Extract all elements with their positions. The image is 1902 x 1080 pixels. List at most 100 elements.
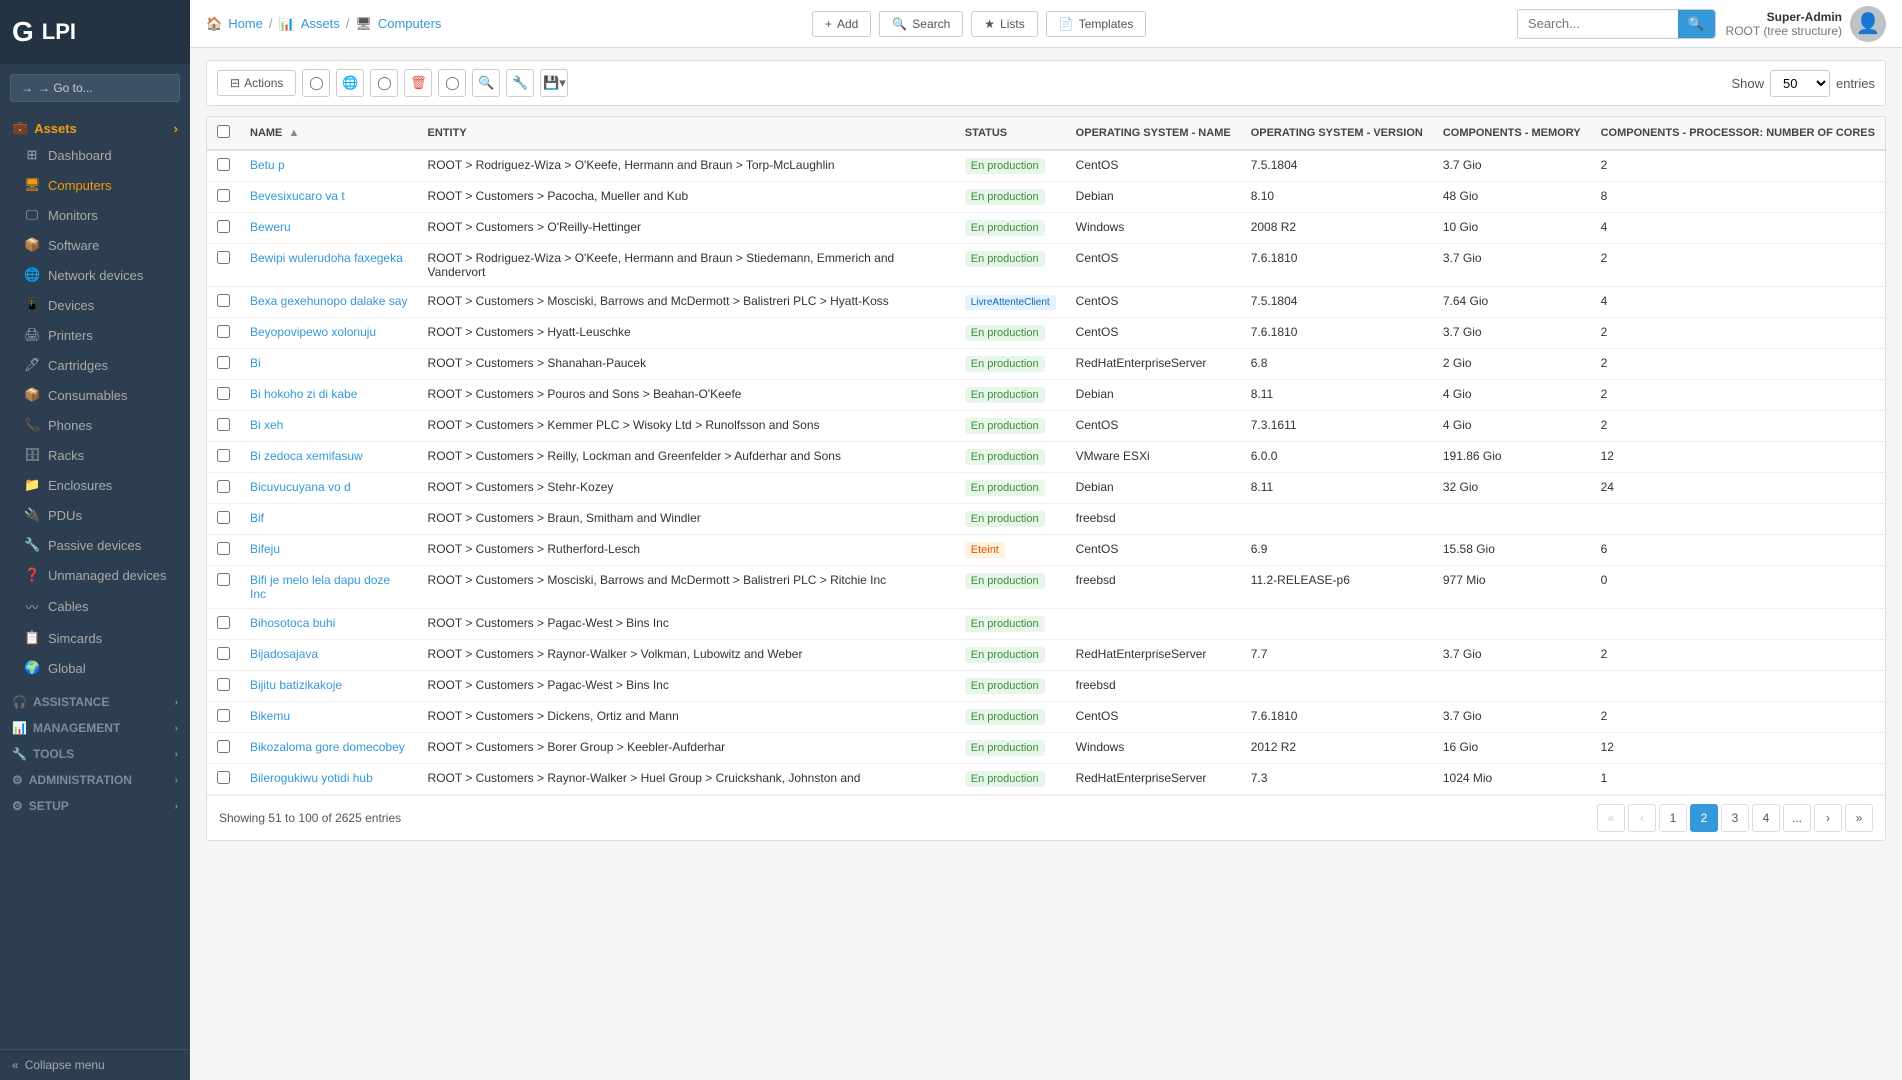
page-2-button[interactable]: 2 (1690, 804, 1718, 832)
row-checkbox[interactable] (217, 480, 230, 493)
first-page-button[interactable]: « (1597, 804, 1625, 832)
computer-name-link[interactable]: Bihosotoca buhi (250, 616, 335, 630)
search-submit-button[interactable]: 🔍 (1678, 10, 1715, 38)
sidebar-item-phones[interactable]: 📞 Phones (0, 410, 190, 440)
computer-name-link[interactable]: Beweru (250, 220, 291, 234)
row-checkbox[interactable] (217, 647, 230, 660)
prev-page-button[interactable]: ‹ (1628, 804, 1656, 832)
computer-name-link[interactable]: Bijadosajava (250, 647, 318, 661)
collapse-menu-button[interactable]: « Collapse menu (0, 1049, 190, 1080)
toggle-btn-2[interactable]: 🌐 (336, 69, 364, 97)
search-button[interactable]: 🔍 Search (879, 11, 963, 37)
computer-name-link[interactable]: Bevesixucaro va t (250, 189, 345, 203)
goto-button[interactable]: → → Go to... (10, 74, 180, 102)
row-checkbox[interactable] (217, 387, 230, 400)
breadcrumb-home[interactable]: Home (228, 16, 263, 31)
add-button[interactable]: + Add (812, 11, 871, 37)
row-checkbox[interactable] (217, 616, 230, 629)
row-checkbox[interactable] (217, 511, 230, 524)
search-input[interactable] (1518, 11, 1678, 36)
export-btn[interactable]: 💾 ▾ (540, 69, 568, 97)
next-page-button[interactable]: › (1814, 804, 1842, 832)
row-checkbox[interactable] (217, 449, 230, 462)
sidebar-item-printers[interactable]: 🖨 Printers (0, 320, 190, 350)
sidebar-item-consumables[interactable]: 📦 Consumables (0, 380, 190, 410)
computer-name-link[interactable]: Bifi je melo lela dapu doze Inc (250, 573, 390, 601)
sidebar-item-devices[interactable]: 📱 Devices (0, 290, 190, 320)
wrench-btn[interactable]: 🔧 (506, 69, 534, 97)
computer-name-link[interactable]: Bif (250, 511, 264, 525)
computer-name-link[interactable]: Bicuvucuyana vo d (250, 480, 351, 494)
assets-section-header[interactable]: 💼 Assets › (0, 112, 190, 140)
toggle-btn-4[interactable]: ◯ (438, 69, 466, 97)
computer-name-link[interactable]: Bewipi wulerudoha faxegeka (250, 251, 403, 265)
computer-name-link[interactable]: Betu p (250, 158, 285, 172)
breadcrumb-sep-2: / (346, 16, 350, 31)
sidebar-item-passive-devices[interactable]: 🔧 Passive devices (0, 530, 190, 560)
lists-button[interactable]: ★ Lists (971, 11, 1037, 37)
row-checkbox[interactable] (217, 220, 230, 233)
sidebar-item-computers[interactable]: 🖥 Computers (0, 170, 190, 200)
sidebar-item-unmanaged-devices[interactable]: ❓ Unmanaged devices (0, 560, 190, 590)
computer-name-link[interactable]: Bilerogukiwu yotidi hub (250, 771, 373, 785)
computer-name-link[interactable]: Beyopovipewo xolonuju (250, 325, 376, 339)
sidebar-item-software[interactable]: 📦 Software (0, 230, 190, 260)
breadcrumb-computers[interactable]: Computers (378, 16, 442, 31)
row-checkbox[interactable] (217, 771, 230, 784)
select-all-checkbox[interactable] (217, 125, 230, 138)
toggle-btn-3[interactable]: ◯ (370, 69, 398, 97)
sidebar-item-global[interactable]: 🌍 Global (0, 653, 190, 683)
computer-name-link[interactable]: Bikozaloma gore domecobey (250, 740, 405, 754)
col-name[interactable]: NAME ▲ (240, 117, 418, 150)
setup-section-header[interactable]: ⚙ Setup › (0, 791, 190, 817)
row-checkbox[interactable] (217, 740, 230, 753)
row-checkbox[interactable] (217, 294, 230, 307)
sidebar-item-dashboard[interactable]: ⊞ Dashboard (0, 140, 190, 170)
computer-name-link[interactable]: Bi hokoho zi di kabe (250, 387, 357, 401)
actions-button[interactable]: ⊟ Actions (217, 70, 296, 96)
last-page-button[interactable]: » (1845, 804, 1873, 832)
row-checkbox[interactable] (217, 418, 230, 431)
row-checkbox[interactable] (217, 356, 230, 369)
sidebar-item-racks[interactable]: 🗄 Racks (0, 440, 190, 470)
sidebar-item-cables[interactable]: 〰 Cables (0, 590, 190, 623)
management-section-header[interactable]: 📊 Management › (0, 713, 190, 739)
computer-name-link[interactable]: Bi zedoca xemifasuw (250, 449, 363, 463)
row-checkbox[interactable] (217, 709, 230, 722)
toggle-btn-1[interactable]: ◯ (302, 69, 330, 97)
row-checkbox[interactable] (217, 189, 230, 202)
row-checkbox[interactable] (217, 158, 230, 171)
page-1-button[interactable]: 1 (1659, 804, 1687, 832)
sidebar-item-simcards[interactable]: 📋 Simcards (0, 623, 190, 653)
assistance-section-header[interactable]: 🎧 Assistance › (0, 687, 190, 713)
page-3-button[interactable]: 3 (1721, 804, 1749, 832)
delete-btn[interactable]: 🗑 (404, 69, 432, 97)
computer-name-link[interactable]: Bi (250, 356, 261, 370)
page-4-button[interactable]: 4 (1752, 804, 1780, 832)
computer-name-link[interactable]: Bi xeh (250, 418, 283, 432)
row-checkbox[interactable] (217, 542, 230, 555)
row-checkbox[interactable] (217, 325, 230, 338)
row-checkbox[interactable] (217, 251, 230, 264)
search-filter-btn[interactable]: 🔍 (472, 69, 500, 97)
sidebar-item-monitors[interactable]: 🖵 Monitors (0, 200, 190, 230)
computer-name-link[interactable]: Bikemu (250, 709, 290, 723)
sidebar-item-network-devices[interactable]: 🌐 Network devices (0, 260, 190, 290)
computer-name-link[interactable]: Bexa gexehunopo dalake say (250, 294, 407, 308)
row-checkbox[interactable] (217, 573, 230, 586)
breadcrumb-assets[interactable]: Assets (301, 16, 340, 31)
software-icon: 📦 (24, 237, 40, 253)
computer-name-link[interactable]: Bijitu batizikakoje (250, 678, 342, 692)
templates-button[interactable]: 📄 Templates (1046, 11, 1147, 37)
sidebar-item-enclosures[interactable]: 📁 Enclosures (0, 470, 190, 500)
administration-section-header[interactable]: ⚙ Administration › (0, 765, 190, 791)
sidebar-item-cartridges[interactable]: 🖊 Cartridges (0, 350, 190, 380)
avatar[interactable]: 👤 (1850, 6, 1886, 42)
tools-section-header[interactable]: 🔧 Tools › (0, 739, 190, 765)
dashboard-icon: ⊞ (24, 147, 40, 163)
sidebar-item-pdus[interactable]: 🔌 PDUs (0, 500, 190, 530)
status-cell: En production (955, 764, 1066, 795)
show-select[interactable]: 50 100 200 (1770, 70, 1830, 97)
row-checkbox[interactable] (217, 678, 230, 691)
computer-name-link[interactable]: Bifeju (250, 542, 280, 556)
